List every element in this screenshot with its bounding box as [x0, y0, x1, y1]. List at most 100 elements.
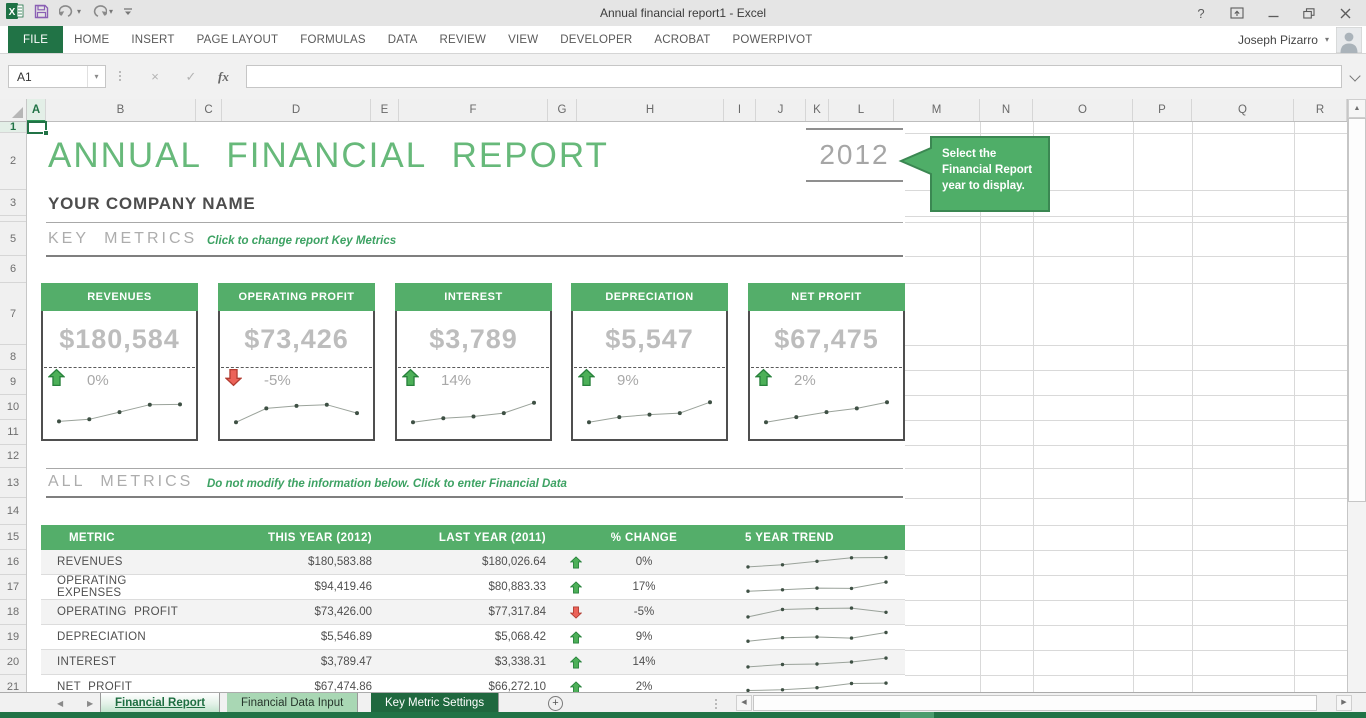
row-header-19[interactable]: 19	[0, 625, 26, 650]
metric-card-net-profit[interactable]: NET PROFIT $67,475 2%	[748, 283, 905, 441]
ribbon-tab-view[interactable]: VIEW	[497, 26, 549, 53]
table-row-operating-expenses[interactable]: OPERATING EXPENSES $94,419.46 $80,883.33…	[41, 575, 905, 600]
column-header-G[interactable]: G	[548, 99, 577, 121]
column-header-R[interactable]: R	[1294, 99, 1347, 121]
sheet-tab-financial-data-input[interactable]: Financial Data Input	[227, 693, 358, 713]
ribbon-tab-data[interactable]: DATA	[377, 26, 429, 53]
avatar[interactable]	[1336, 27, 1362, 53]
row-header-16[interactable]: 16	[0, 550, 26, 575]
ribbon-tab-powerpivot[interactable]: POWERPIVOT	[722, 26, 824, 53]
sparkline	[407, 392, 540, 432]
formula-input[interactable]	[246, 65, 1342, 88]
ribbon-tab-insert[interactable]: INSERT	[120, 26, 185, 53]
ribbon-display-options-button[interactable]	[1226, 3, 1248, 23]
column-header-Q[interactable]: Q	[1192, 99, 1294, 121]
row-header-20[interactable]: 20	[0, 650, 26, 675]
restore-button[interactable]	[1298, 3, 1320, 23]
table-row-revenues[interactable]: REVENUES $180,583.88 $180,026.64 0%	[41, 550, 905, 575]
row-header-8[interactable]: 8	[0, 345, 26, 370]
row-header-3[interactable]: 3	[0, 190, 26, 216]
column-header-H[interactable]: H	[577, 99, 724, 121]
metric-card-revenues[interactable]: REVENUES $180,584 0%	[41, 283, 198, 441]
cancel-button[interactable]: ×	[146, 69, 164, 84]
ribbon-tab-review[interactable]: REVIEW	[429, 26, 498, 53]
all-metrics-hint[interactable]: Do not modify the information below. Cli…	[207, 478, 567, 490]
column-header-E[interactable]: E	[371, 99, 399, 121]
hscroll-right-icon[interactable]: ▶	[1336, 695, 1352, 711]
row-header-6[interactable]: 6	[0, 256, 26, 283]
ribbon-tab-developer[interactable]: DEVELOPER	[549, 26, 643, 53]
column-header-F[interactable]: F	[399, 99, 548, 121]
metric-card-value: $3,789	[397, 311, 550, 367]
ribbon-tab-file[interactable]: FILE	[8, 26, 63, 53]
column-header-B[interactable]: B	[46, 99, 196, 121]
row-header-14[interactable]: 14	[0, 498, 26, 525]
table-row-depreciation[interactable]: DEPRECIATION $5,546.89 $5,068.42 9%	[41, 625, 905, 650]
table-row-net-profit[interactable]: NET PROFIT $67,474.86 $66,272.10 2%	[41, 675, 905, 692]
column-header-M[interactable]: M	[894, 99, 980, 121]
column-header-C[interactable]: C	[196, 99, 222, 121]
row-header-1[interactable]: 1	[0, 122, 26, 133]
minimize-button[interactable]	[1262, 3, 1284, 23]
row-header-9[interactable]: 9	[0, 370, 26, 395]
row-header-2[interactable]: 2	[0, 133, 26, 190]
column-header-P[interactable]: P	[1133, 99, 1192, 121]
select-all-corner[interactable]	[0, 99, 27, 122]
sheet-tab-financial-report[interactable]: Financial Report	[100, 693, 220, 713]
table-cell-this-year: $67,474.86	[191, 675, 376, 693]
column-header-O[interactable]: O	[1033, 99, 1133, 121]
sheet-nav-left-icon[interactable]: ◀	[57, 693, 63, 713]
row-header-10[interactable]: 10	[0, 395, 26, 420]
close-button[interactable]	[1334, 3, 1356, 23]
all-metrics-table: METRIC THIS YEAR (2012) LAST YEAR (2011)…	[41, 525, 905, 692]
formula-bar-expand-icon[interactable]	[1349, 70, 1360, 81]
insert-function-button[interactable]: fx	[218, 69, 229, 85]
table-row-operating-profit[interactable]: OPERATING PROFIT $73,426.00 $77,317.84 -…	[41, 600, 905, 625]
key-metrics-hint[interactable]: Click to change report Key Metrics	[207, 235, 396, 247]
table-header-trend: 5 YEAR TREND	[694, 525, 905, 550]
all-metrics-label: ALL METRICS	[48, 473, 193, 491]
column-header-J[interactable]: J	[756, 99, 806, 121]
name-box[interactable]: A1 ▾	[8, 65, 106, 88]
ribbon-tab-home[interactable]: HOME	[63, 26, 120, 53]
row-header-11[interactable]: 11	[0, 420, 26, 445]
up-arrow-icon	[402, 368, 419, 387]
hscroll-thumb[interactable]	[753, 695, 1317, 711]
sheet-nav-right-icon[interactable]: ▶	[87, 693, 93, 713]
table-row-interest[interactable]: INTEREST $3,789.47 $3,338.31 14%	[41, 650, 905, 675]
column-header-A[interactable]: A	[27, 99, 46, 122]
new-sheet-button[interactable]: +	[548, 696, 563, 711]
row-header-15[interactable]: 15	[0, 525, 26, 550]
ribbon-tab-acrobat[interactable]: ACROBAT	[643, 26, 721, 53]
report-year-selector[interactable]: 2012	[806, 128, 903, 182]
row-header-17[interactable]: 17	[0, 575, 26, 600]
help-button[interactable]: ?	[1190, 3, 1212, 23]
sheet-tab-key-metric-settings[interactable]: Key Metric Settings	[371, 693, 499, 713]
up-arrow-icon	[755, 368, 772, 387]
key-metrics-label: KEY METRICS	[48, 230, 197, 248]
column-header-N[interactable]: N	[980, 99, 1033, 121]
hscroll-left-icon[interactable]: ◀	[736, 695, 752, 711]
user-account[interactable]: Joseph Pizarro ▾	[1238, 26, 1362, 53]
metric-card-body: $73,426 -5%	[218, 311, 375, 441]
vscroll-up-icon[interactable]: ▲	[1348, 99, 1366, 118]
column-header-K[interactable]: K	[806, 99, 829, 121]
ribbon-tab-formulas[interactable]: FORMULAS	[289, 26, 377, 53]
column-header-L[interactable]: L	[829, 99, 894, 121]
column-header-D[interactable]: D	[222, 99, 371, 121]
metric-card-value: $5,547	[573, 311, 726, 367]
row-header-5[interactable]: 5	[0, 222, 26, 256]
name-box-dropdown-icon[interactable]: ▾	[87, 66, 105, 87]
row-header-12[interactable]: 12	[0, 445, 26, 468]
metric-card-operating-profit[interactable]: OPERATING PROFIT $73,426 -5%	[218, 283, 375, 441]
metric-card-depreciation[interactable]: DEPRECIATION $5,547 9%	[571, 283, 728, 441]
row-header-7[interactable]: 7	[0, 283, 26, 345]
row-header-13[interactable]: 13	[0, 468, 26, 498]
row-header-18[interactable]: 18	[0, 600, 26, 625]
metric-card-interest[interactable]: INTEREST $3,789 14%	[395, 283, 552, 441]
column-header-I[interactable]: I	[724, 99, 756, 121]
enter-button[interactable]: ✓	[182, 69, 200, 85]
user-dropdown-icon[interactable]: ▾	[1325, 35, 1329, 44]
vscroll-thumb[interactable]	[1348, 118, 1366, 502]
ribbon-tab-page-layout[interactable]: PAGE LAYOUT	[186, 26, 290, 53]
